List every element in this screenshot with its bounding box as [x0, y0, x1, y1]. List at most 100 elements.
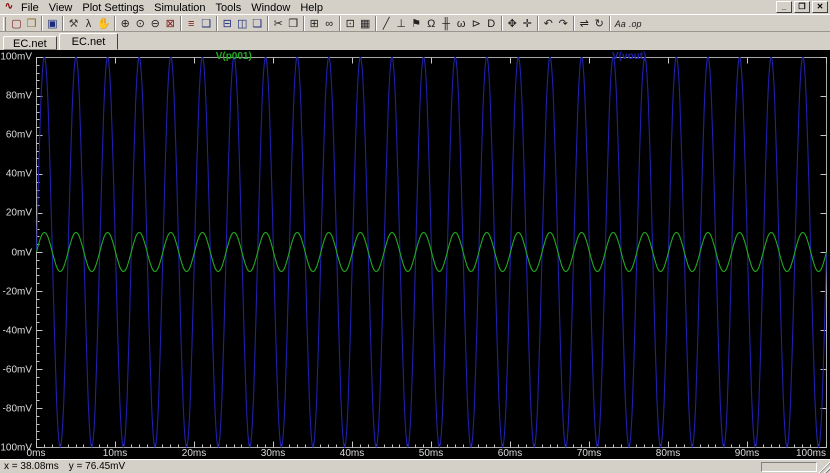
zoom-back-icon: ⊙ — [135, 17, 145, 30]
x-tick-label: 20ms — [181, 448, 207, 459]
save-icon: ▣ — [47, 17, 58, 30]
restore-button[interactable]: ❐ — [794, 1, 810, 13]
toolbar-separator — [215, 16, 218, 31]
trace-label-vp001[interactable]: V(p001) — [36, 51, 432, 62]
print-preview-icon: ⊡ — [345, 17, 355, 30]
close-button[interactable]: ✕ — [812, 1, 828, 13]
draw-wire-button[interactable]: ╱ — [379, 16, 394, 32]
place-text-icon: Aa — [614, 18, 626, 29]
open-file-icon: ❒ — [26, 17, 37, 30]
x-tick-label: 0ms — [26, 448, 46, 459]
halt-simulation-button[interactable]: ✋ — [96, 16, 112, 32]
zoom-out-icon: ⊖ — [150, 17, 160, 30]
y-tick-label: 80mV — [5, 90, 32, 102]
cut-button[interactable]: ✂ — [271, 16, 286, 32]
trace-label-vvout[interactable]: V(vout) — [432, 51, 828, 62]
tile-vertically-button[interactable]: ◫ — [235, 16, 250, 32]
x-tick-label: 40ms — [339, 448, 365, 459]
control-panel-button[interactable]: ⚒ — [66, 16, 81, 32]
toolbar-separator — [179, 16, 182, 31]
menu-help[interactable]: Help — [295, 2, 328, 14]
undo-icon: ↶ — [543, 17, 553, 30]
place-diode-button[interactable]: ⊳ — [469, 16, 484, 32]
toolbar-separator — [608, 16, 611, 31]
print-button[interactable]: ▦ — [358, 16, 373, 32]
tile-horizontally-button[interactable]: ⊟ — [220, 16, 235, 32]
copy-button[interactable]: ❐ — [286, 16, 301, 32]
place-capacitor-icon: ╫ — [442, 17, 451, 30]
move-button[interactable]: ✥ — [505, 16, 520, 32]
plot-canvas[interactable] — [36, 57, 827, 448]
copy-icon: ❐ — [288, 17, 299, 30]
toolbar-separator — [500, 16, 503, 31]
x-tick-label: 60ms — [497, 448, 523, 459]
toolbar-separator — [266, 16, 269, 31]
place-resistor-icon: Ω — [427, 17, 436, 30]
spice-directive-icon: .op — [628, 18, 642, 29]
place-ground-button[interactable]: ⊥ — [394, 16, 409, 32]
toolbar-separator — [536, 16, 539, 31]
place-text-button[interactable]: Aa — [613, 16, 628, 32]
place-inductor-button[interactable]: ω — [454, 16, 469, 32]
x-tick-label: 90ms — [734, 448, 760, 459]
status-panel — [761, 462, 817, 472]
toolbar-separator — [113, 16, 116, 31]
paste-icon: ⊞ — [309, 17, 319, 30]
menu-window[interactable]: Window — [246, 2, 295, 14]
zoom-in-button[interactable]: ⊕ — [118, 16, 133, 32]
minimize-button[interactable]: _ — [776, 1, 792, 13]
y-axis-labels: 100mV 80mV 60mV 40mV 20mV 0mV -20mV -40mV -60mV -… — [0, 52, 33, 454]
toolbar-separator — [302, 16, 305, 31]
menu-tools[interactable]: Tools — [211, 2, 247, 14]
rotate-button[interactable]: ↻ — [592, 16, 607, 32]
toolbar-grip[interactable] — [3, 16, 6, 31]
tile-horizontally-icon: ⊟ — [222, 17, 232, 30]
spice-directive-button[interactable]: .op — [628, 16, 643, 32]
print-preview-button[interactable]: ⊡ — [343, 16, 358, 32]
toolbar-separator — [572, 16, 575, 31]
find-button[interactable]: ∞ — [322, 16, 337, 32]
menu-file[interactable]: File — [16, 2, 44, 14]
cascade-windows-button[interactable]: ❏ — [250, 16, 265, 32]
place-component-button[interactable]: D — [484, 16, 499, 32]
mirror-button[interactable]: ⇌ — [577, 16, 592, 32]
draw-wire-icon: ╱ — [382, 17, 390, 30]
open-file-button[interactable]: ❒ — [24, 16, 39, 32]
place-resistor-button[interactable]: Ω — [424, 16, 439, 32]
trace-label-row: V(p001) V(vout) — [36, 51, 827, 62]
zoom-back-button[interactable]: ⊙ — [133, 16, 148, 32]
y-tick-label: 20mV — [5, 207, 32, 219]
save-button[interactable]: ▣ — [45, 16, 60, 32]
menu-simulation[interactable]: Simulation — [149, 2, 210, 14]
y-tick-label: 0mV — [11, 247, 32, 258]
menu-plot-settings[interactable]: Plot Settings — [77, 2, 149, 14]
x-tick-label: 70ms — [576, 448, 602, 459]
new-schematic-button[interactable]: ▢ — [9, 16, 24, 32]
y-tick-label: 40mV — [5, 168, 32, 180]
netlist-window-button[interactable]: ❑ — [199, 16, 214, 32]
toolbar: ▢ ❒ ▣ ⚒ λ ✋ ⊕ ⊙ ⊖ ⊠ ≡ ❑ ⊟ ◫ ❏ ✂ ❐ ⊞ ∞ ⊡ ▦ ╱ ⊥ ⚑ Ω ╫ ω ⊳ D ✥ ✛ ↶ ↷ ⇌ ↻ Aa .op — [0, 14, 830, 32]
paste-button[interactable]: ⊞ — [307, 16, 322, 32]
move-icon: ✥ — [507, 17, 517, 30]
place-inductor-icon: ω — [456, 17, 466, 30]
rotate-icon: ↻ — [594, 17, 604, 30]
x-tick-label: 50ms — [418, 448, 444, 459]
app-window-icon[interactable]: ∿ — [2, 1, 16, 13]
tab-ec.net-0[interactable]: EC.net — [3, 36, 57, 50]
place-net-label-button[interactable]: ⚑ — [409, 16, 424, 32]
run-simulation-button[interactable]: λ — [81, 16, 96, 32]
spice-netlist-button[interactable]: ≡ — [184, 16, 199, 32]
waveform-plot-pane: V(p001) V(vout) 100mV 80mV 60mV 40mV 20mV 0mV -… — [0, 50, 830, 459]
y-tick-label: -60mV — [2, 364, 32, 376]
redo-button[interactable]: ↷ — [556, 16, 571, 32]
menu-view[interactable]: View — [44, 2, 78, 14]
zoom-full-extents-button[interactable]: ⊠ — [163, 16, 178, 32]
drag-button[interactable]: ✛ — [520, 16, 535, 32]
spice-netlist-icon: ≡ — [187, 17, 195, 30]
tab-ec.net-1[interactable]: EC.net — [58, 33, 119, 50]
resize-grip[interactable] — [817, 460, 830, 473]
place-capacitor-button[interactable]: ╫ — [439, 16, 454, 32]
undo-button[interactable]: ↶ — [541, 16, 556, 32]
x-tick-label: 30ms — [260, 448, 286, 459]
zoom-out-button[interactable]: ⊖ — [148, 16, 163, 32]
